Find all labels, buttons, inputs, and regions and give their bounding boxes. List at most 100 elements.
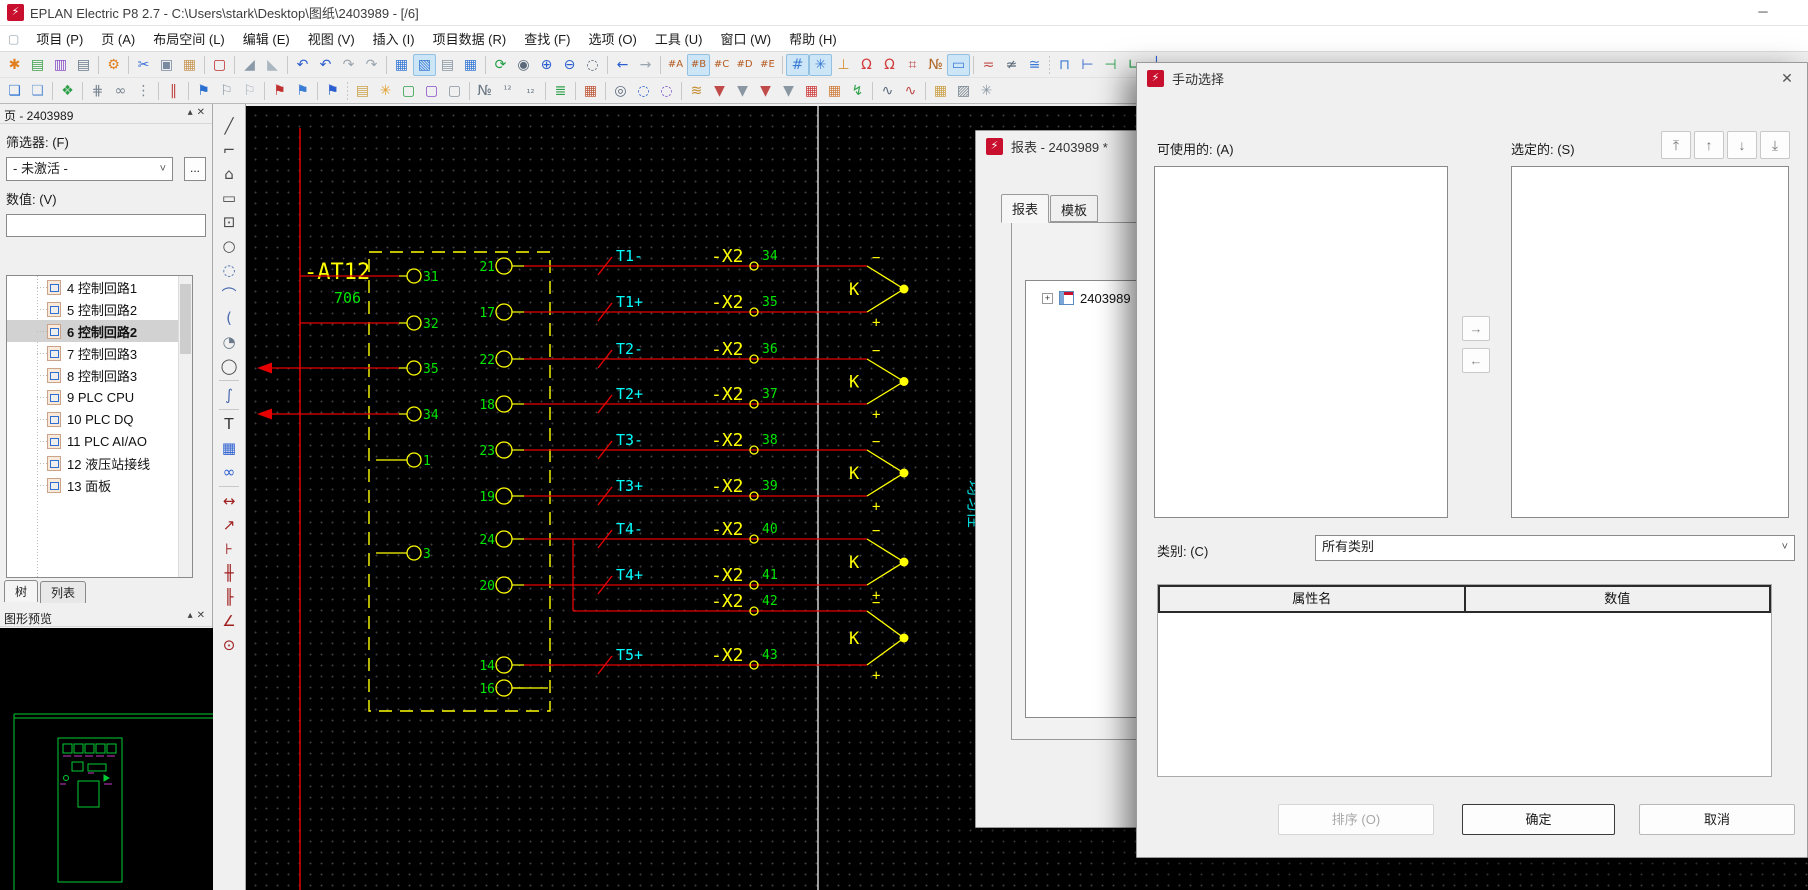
available-listbox[interactable] (1154, 166, 1448, 518)
plugin-icon[interactable]: ❖ (56, 80, 79, 102)
symbol-pair-icon[interactable]: ∞ (109, 80, 132, 102)
sector-icon[interactable]: ◔ (217, 330, 241, 354)
workbook-icon[interactable]: ▦ (390, 54, 413, 76)
zoom-out-icon[interactable]: ⊖ (558, 54, 581, 76)
symbol-multiline-icon[interactable]: ⋕ (86, 80, 109, 102)
paste-icon[interactable]: ▦ (178, 54, 201, 76)
menu-item-o[interactable]: 选项 (O) (579, 26, 645, 51)
number-12-icon[interactable]: ¹² (496, 80, 519, 102)
format-brush-alt-icon[interactable]: ◣ (261, 54, 284, 76)
sync-page-icon[interactable]: ▢ (397, 80, 420, 102)
magnet-move-icon[interactable]: Ω (878, 54, 901, 76)
polyline-icon[interactable]: ⌐ (217, 138, 241, 162)
wire-junction-a-icon[interactable]: ≂ (977, 54, 1000, 76)
circle-icon[interactable]: ○ (217, 234, 241, 258)
category-combobox[interactable]: 所有类别 ˅ (1315, 535, 1795, 561)
symbol-dots-icon[interactable]: ⋮ (132, 80, 155, 102)
menu-item-l[interactable]: 布局空间 (L) (144, 26, 234, 51)
grid-b-icon[interactable]: #B (687, 54, 710, 76)
grid-c-icon[interactable]: #C (710, 54, 733, 76)
zoom-in-icon[interactable]: ⊕ (535, 54, 558, 76)
move-bottom-button[interactable]: ⤓ (1760, 131, 1790, 159)
move-top-button[interactable]: ⤒ (1661, 131, 1691, 159)
filter-circle-alt-icon[interactable]: ▼ (777, 80, 800, 102)
dimension-diagonal-icon[interactable]: ↗ (217, 513, 241, 537)
panel-close-icon[interactable]: ✕ (197, 107, 209, 118)
flag-skip-icon[interactable]: ⚐ (238, 80, 261, 102)
grid-e-icon[interactable]: #E (756, 54, 779, 76)
dimension-continued-icon[interactable]: ⊦ (217, 537, 241, 561)
mark-up-icon[interactable]: ▦ (823, 80, 846, 102)
dimension-radius-icon[interactable]: ⊙ (217, 633, 241, 657)
menu-item-a[interactable]: 页 (A) (92, 26, 144, 51)
spline-icon[interactable]: ∫ (217, 383, 241, 407)
tree-item-page[interactable]: 7 控制回路3 (7, 342, 192, 364)
star-new-icon[interactable]: ✳ (975, 80, 998, 102)
page-copy-icon[interactable]: ▢ (443, 80, 466, 102)
move-down-button[interactable]: ↓ (1727, 131, 1757, 159)
zoom-window-icon[interactable]: ◌ (581, 54, 604, 76)
device-sort-icon[interactable]: ≣ (549, 80, 572, 102)
graphical-preview-icon[interactable]: ▧ (413, 54, 436, 76)
filter-combobox[interactable]: - 未激活 - ˅ (6, 157, 173, 181)
menu-item-w[interactable]: 窗口 (W) (712, 26, 781, 51)
sort-button[interactable]: 排序 (O) (1278, 804, 1434, 835)
device-list-icon[interactable]: ▤ (351, 80, 374, 102)
menu-item-r[interactable]: 项目数据 (R) (424, 26, 516, 51)
hyperlink-icon[interactable]: ∞ (217, 460, 241, 484)
increment-numbering-icon[interactable]: № (924, 54, 947, 76)
curve-tool-icon[interactable]: ∿ (876, 80, 899, 102)
curve-tool-alt-icon[interactable]: ∿ (899, 80, 922, 102)
tree-item-page[interactable]: 11 PLC AI/AO (7, 430, 192, 452)
mark-invalid-icon[interactable]: ▦ (800, 80, 823, 102)
connection-symbols-icon[interactable]: ⌗ (901, 54, 924, 76)
t-node-alt-icon[interactable]: ⊣ (1099, 54, 1122, 76)
filter-down-alt-icon[interactable]: ▼ (754, 80, 777, 102)
menu-item-f[interactable]: 查找 (F) (515, 26, 579, 51)
snap-to-grid-icon[interactable]: ✳ (809, 54, 832, 76)
navigator-tab-tree[interactable]: 树 (4, 580, 38, 602)
new-from-template-icon[interactable]: ✳ (374, 80, 397, 102)
report-dialog-tab-1[interactable]: 模板 (1050, 195, 1098, 222)
plug-symbol-icon[interactable]: ⊓ (1053, 54, 1076, 76)
device-connections-icon[interactable]: ‖ (162, 80, 185, 102)
undo-list-icon[interactable]: ↶ (314, 54, 337, 76)
flag-jump-icon[interactable]: ⚑ (291, 80, 314, 102)
magnet-icon[interactable]: Ω (855, 54, 878, 76)
search-all-icon[interactable]: ◎ (609, 80, 632, 102)
navigator-tab-list[interactable]: 列表 (40, 581, 86, 603)
dimension-increment-icon[interactable]: ╟ (217, 585, 241, 609)
forward-icon[interactable]: → (634, 54, 657, 76)
selected-listbox[interactable] (1511, 166, 1789, 518)
grid-display-icon[interactable]: # (786, 54, 809, 76)
layer-table-icon[interactable]: ▦ (459, 54, 482, 76)
align-objects-icon[interactable]: ⊥ (832, 54, 855, 76)
tree-item-page[interactable]: 5 控制回路2 (7, 298, 192, 320)
tree-scrollbar-thumb[interactable] (180, 284, 191, 354)
cut-icon[interactable]: ✂ (132, 54, 155, 76)
filter-more-button[interactable]: ... (184, 157, 206, 181)
tree-item-page[interactable]: 8 控制回路3 (7, 364, 192, 386)
menu-item-e[interactable]: 编辑 (E) (234, 26, 299, 51)
flag-dot-icon[interactable]: ⚑ (321, 80, 344, 102)
close-icon[interactable]: ✕ (1777, 69, 1797, 89)
circle-by-points-icon[interactable]: ◌ (217, 258, 241, 282)
value-input[interactable] (6, 214, 206, 237)
dimension-baseline-icon[interactable]: ╫ (217, 561, 241, 585)
cable-colors-icon[interactable]: ≋ (685, 80, 708, 102)
page-navigator-icon[interactable]: ▤ (436, 54, 459, 76)
tree-item-page[interactable]: 6 控制回路2 (7, 320, 192, 342)
select-similar-icon[interactable]: ◌ (632, 80, 655, 102)
format-brush-icon[interactable]: ◢ (238, 54, 261, 76)
back-icon[interactable]: ← (611, 54, 634, 76)
filter-down-icon[interactable]: ▼ (708, 80, 731, 102)
menu-item-u[interactable]: 工具 (U) (646, 26, 712, 51)
grid-a-icon[interactable]: #A (664, 54, 687, 76)
print-icon[interactable]: ▤ (72, 54, 95, 76)
page-macro-icon[interactable]: ▢ (420, 80, 443, 102)
tree-item-page[interactable]: 10 PLC DQ (7, 408, 192, 430)
number-12-alt-icon[interactable]: ₁₂ (519, 80, 542, 102)
window-import-icon[interactable]: ❏ (26, 80, 49, 102)
hatch-pattern-icon[interactable]: ▨ (952, 80, 975, 102)
transfer-right-button[interactable]: → (1462, 316, 1490, 341)
